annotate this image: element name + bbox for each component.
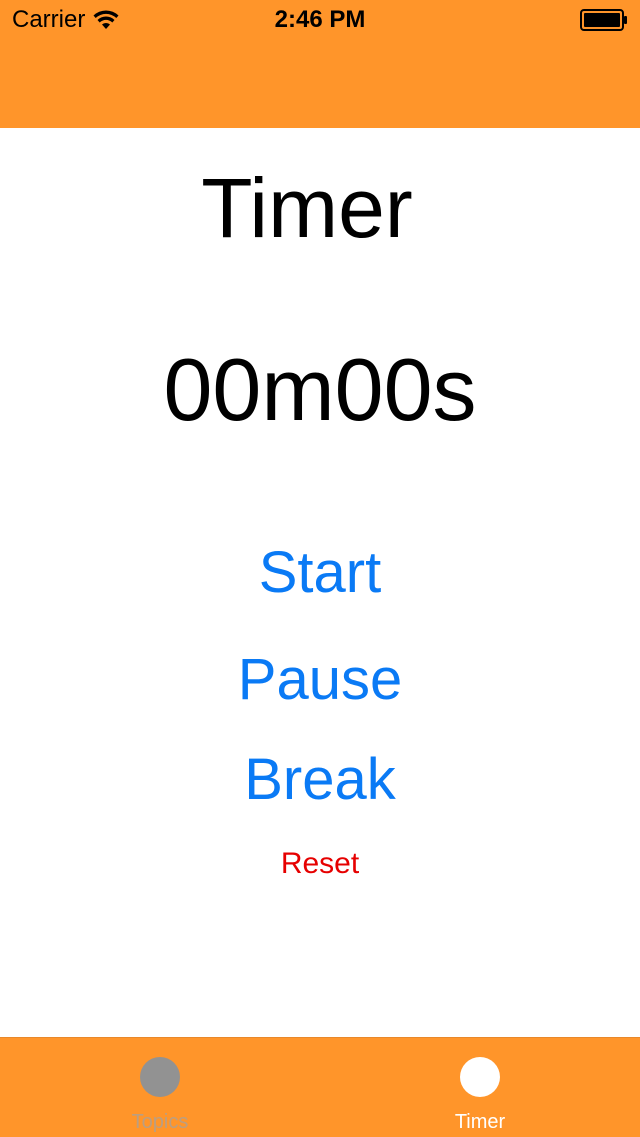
pause-button[interactable]: Pause [0,645,640,715]
reset-button[interactable]: Reset [0,844,640,884]
status-bar: Carrier 2:46 PM [0,0,640,40]
timer-display: 00m00s [163,340,477,439]
page-title: Timer [201,161,413,255]
navigation-bar [0,40,640,128]
tab-timer[interactable]: Timer [320,1038,640,1137]
circle-icon [140,1057,180,1097]
start-button[interactable]: Start [0,538,640,608]
break-button[interactable]: Break [0,745,640,815]
status-time: 2:46 PM [274,6,366,33]
tab-topics[interactable]: Topics [0,1038,320,1137]
tab-label: Timer [454,1111,506,1133]
tab-label: Topics [131,1111,189,1133]
tab-bar: Topics Timer [0,1037,640,1137]
circle-icon [460,1057,500,1097]
battery-icon [580,9,627,31]
timer-screen: Timer 00m00s Start Pause Break Reset [0,128,640,1037]
